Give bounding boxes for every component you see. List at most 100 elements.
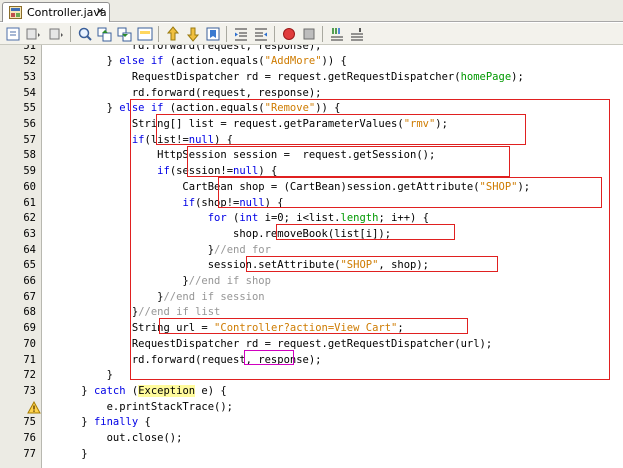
code-token: )) { (321, 55, 347, 68)
code-line: 58 HttpSession session = request.getSess… (0, 148, 623, 164)
shift-right-icon[interactable] (252, 25, 270, 43)
code-text: } else if (action.equals("Remove")) { (56, 101, 341, 117)
shift-left-icon[interactable] (232, 25, 250, 43)
code-token: ); (517, 180, 531, 193)
code-token: RequestDispatcher rd = request.getReques… (56, 70, 461, 83)
back-icon[interactable] (24, 25, 42, 43)
code-token: int (239, 212, 259, 225)
next-bookmark-icon[interactable] (184, 25, 202, 43)
line-number: 73 (23, 384, 36, 397)
find-previous-icon[interactable] (96, 25, 114, 43)
toolbar-separator (274, 26, 275, 42)
code-token: "AddMore" (264, 55, 322, 68)
code-text: shop.removeBook(list[i]); (56, 227, 391, 243)
prev-bookmark-icon[interactable] (164, 25, 182, 43)
code-token: RequestDispatcher rd = request.getReques… (56, 337, 493, 350)
code-token: null (233, 165, 259, 178)
code-text: String url = "Controller?action=View Car… (56, 321, 404, 337)
code-token: Exception (138, 384, 196, 397)
code-line: 59 if(session!=null) { (0, 164, 623, 180)
code-text: } (56, 447, 87, 463)
forward-icon[interactable] (47, 25, 65, 43)
code-token: ; i++) { (378, 212, 430, 225)
code-token: "Controller?action=View Cart" (214, 322, 398, 335)
find-next-icon[interactable] (116, 25, 134, 43)
java-file-icon (9, 6, 22, 19)
code-token: (list!= (144, 133, 189, 146)
code-line: 64 }//end for (0, 243, 623, 259)
close-tab-icon[interactable]: × (96, 6, 104, 17)
code-token: "Remove" (264, 102, 316, 115)
toggle-highlight-icon[interactable] (136, 25, 154, 43)
code-line: 68 }//end if list (0, 305, 623, 321)
line-number: 62 (23, 212, 36, 225)
code-text: }//end if session (56, 290, 265, 306)
code-text: rd.forward(request, response); (56, 45, 322, 54)
code-line: 52 } else if (action.equals("AddMore")) … (0, 54, 623, 70)
code-line: 71 rd.forward(request, response); (0, 353, 623, 369)
line-number: 69 (23, 322, 36, 335)
line-number: 65 (23, 259, 36, 272)
line-number: 58 (23, 149, 36, 162)
editor-toolbar (0, 23, 623, 45)
code-line: 54 rd.forward(request, response); (0, 86, 623, 102)
line-number: 71 (23, 353, 36, 366)
code-text: } catch (Exception e) { (56, 384, 227, 400)
code-line: 66 }//end if shop (0, 274, 623, 290)
code-token: ( (226, 212, 240, 225)
code-text: out.close(); (56, 431, 183, 447)
code-token: ) { (214, 133, 234, 146)
code-token: //end if shop (188, 275, 271, 287)
code-line: 63 shop.removeBook(list[i]); (0, 227, 623, 243)
find-icon[interactable] (76, 25, 94, 43)
record-macro-icon[interactable] (280, 25, 298, 43)
code-token: null (188, 133, 215, 146)
code-token: length (340, 212, 379, 225)
code-token: catch (93, 384, 126, 397)
code-editor[interactable]: 51 rd.forward(request, response); 52 } el… (0, 45, 623, 468)
code-text: RequestDispatcher rd = request.getReques… (56, 70, 524, 86)
toolbar-separator (158, 26, 159, 42)
code-token: null (239, 196, 265, 209)
code-line: 67 }//end if session (0, 290, 623, 306)
code-token: } (56, 275, 189, 287)
line-number: 53 (23, 70, 36, 83)
toggle-bookmark-icon[interactable] (204, 25, 222, 43)
stop-macro-icon[interactable] (300, 25, 318, 43)
editor-tab-bar: Controller.java × (0, 0, 623, 22)
line-number: 60 (23, 180, 36, 193)
code-line: 53 RequestDispatcher rd = request.getReq… (0, 70, 623, 86)
code-line: 57 if(list!=null) { (0, 133, 623, 149)
comment-icon[interactable] (328, 25, 346, 43)
code-token: rd.forward(request, response); (56, 86, 322, 99)
code-text: CartBean shop = (CartBean)session.getAtt… (56, 180, 530, 196)
code-line: 56 String[] list = request.getParameterV… (0, 117, 623, 133)
line-number: 59 (23, 165, 36, 178)
code-token: } (56, 55, 120, 68)
code-token: //end if session (163, 290, 265, 303)
code-token: } (56, 243, 215, 256)
toolbar-separator (70, 26, 71, 42)
code-token: ) { (258, 165, 278, 178)
code-text: String[] list = request.getParameterValu… (56, 117, 448, 133)
tab-controller-java[interactable]: Controller.java × (2, 2, 110, 22)
code-token: (session!= (169, 165, 234, 178)
uncomment-icon[interactable] (348, 25, 366, 43)
code-text: if(shop!=null) { (56, 196, 283, 212)
code-token: } (56, 306, 139, 319)
code-lines: 51 rd.forward(request, response); 52 } el… (0, 45, 623, 468)
code-token: } (56, 384, 94, 397)
line-number: 63 (23, 227, 36, 240)
code-line: 77 } (0, 447, 623, 463)
warning-annotation-icon[interactable] (27, 401, 41, 415)
code-text: rd.forward(request, response); (56, 86, 322, 102)
code-text: } finally { (56, 415, 151, 431)
code-line: 62 for (int i=0; i<list.length; i++) { (0, 211, 623, 227)
code-text: e.printStackTrace(); (56, 400, 233, 416)
toolbar-separator (322, 26, 323, 42)
code-token: { (138, 416, 151, 429)
code-text: for (int i=0; i<list.length; i++) { (56, 211, 429, 227)
code-text: rd.forward(request, response); (56, 353, 322, 369)
source-toggle-icon[interactable] (4, 25, 22, 43)
